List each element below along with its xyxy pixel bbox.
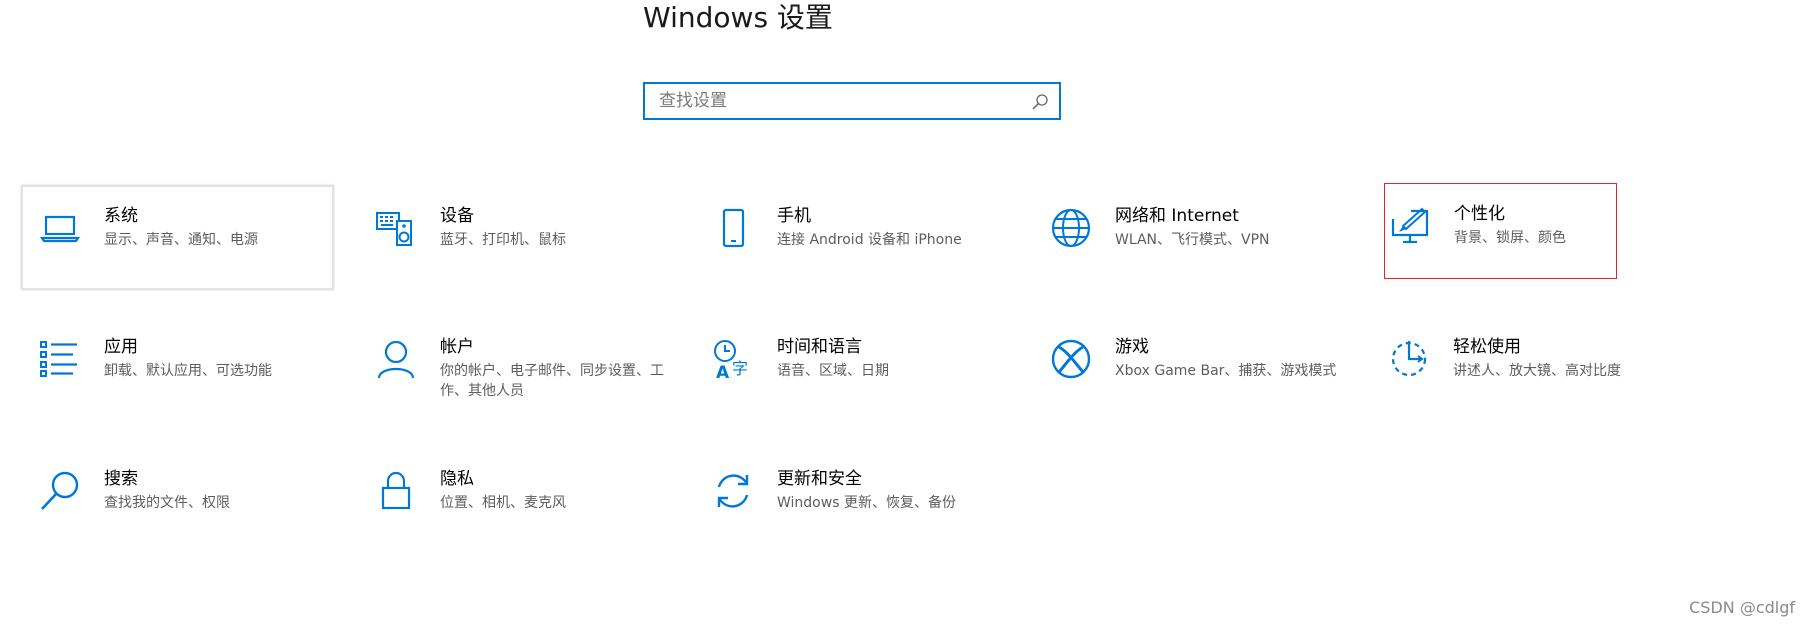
tile-desc: Windows 更新、恢复、备份 xyxy=(777,495,956,511)
search-input[interactable] xyxy=(645,84,1019,118)
tile-gaming[interactable]: 游戏 Xbox Game Bar、捕获、游戏模式 xyxy=(1032,316,1352,416)
magnifier-icon xyxy=(39,470,81,512)
tile-desc: 你的帐户、电子邮件、同步设置、工作、其他人员 xyxy=(440,363,664,399)
tile-search[interactable]: 搜索 查找我的文件、权限 xyxy=(21,448,341,548)
tile-name: 更新和安全 xyxy=(777,469,862,489)
clock-language-icon: A字 xyxy=(712,338,754,380)
keyboard-speaker-icon xyxy=(375,207,417,249)
paint-screen-icon xyxy=(1389,205,1431,247)
tile-name: 时间和语言 xyxy=(777,337,862,357)
tile-desc: WLAN、飞行模式、VPN xyxy=(1115,232,1270,248)
tile-desc: 连接 Android 设备和 iPhone xyxy=(777,232,962,248)
tile-name: 设备 xyxy=(440,206,474,226)
tile-name: 系统 xyxy=(104,206,138,226)
tile-desc: 显示、声音、通知、电源 xyxy=(104,232,258,248)
tile-ease-of-access[interactable]: 轻松使用 讲述人、放大镜、高对比度 xyxy=(1370,316,1690,416)
watermark: CSDN @cdlgf xyxy=(1689,598,1795,617)
tile-phone[interactable]: 手机 连接 Android 设备和 iPhone xyxy=(694,185,1014,285)
tile-desc: Xbox Game Bar、捕获、游戏模式 xyxy=(1115,363,1337,379)
svg-text:A: A xyxy=(716,363,730,380)
accessibility-icon xyxy=(1388,338,1430,380)
tile-desc: 蓝牙、打印机、鼠标 xyxy=(440,232,566,248)
tile-accounts[interactable]: 帐户 你的帐户、电子邮件、同步设置、工作、其他人员 xyxy=(357,316,677,416)
refresh-icon xyxy=(712,470,754,512)
lock-icon xyxy=(375,470,417,512)
tile-personalization[interactable]: 个性化 背景、锁屏、颜色 xyxy=(1384,183,1617,279)
tile-desc: 语音、区域、日期 xyxy=(777,363,889,379)
tile-name: 游戏 xyxy=(1115,337,1149,357)
tile-system[interactable]: 系统 显示、声音、通知、电源 xyxy=(21,185,334,290)
tile-network[interactable]: 网络和 Internet WLAN、飞行模式、VPN xyxy=(1032,185,1352,285)
app-list-icon xyxy=(39,338,81,380)
settings-window: Windows 设置 系统 显示、声音、通知、电源 设备 蓝牙、打印机、鼠标 手… xyxy=(0,0,1811,629)
tile-name: 手机 xyxy=(777,206,811,226)
tile-name: 隐私 xyxy=(440,469,474,489)
person-icon xyxy=(375,338,417,380)
tile-name: 帐户 xyxy=(440,337,474,357)
tile-desc: 位置、相机、麦克风 xyxy=(440,495,566,511)
tile-name: 搜索 xyxy=(104,469,138,489)
tile-devices[interactable]: 设备 蓝牙、打印机、鼠标 xyxy=(357,185,677,285)
tile-desc: 查找我的文件、权限 xyxy=(104,495,230,511)
tile-desc: 卸载、默认应用、可选功能 xyxy=(104,363,272,379)
tile-time-language[interactable]: A字 时间和语言 语音、区域、日期 xyxy=(694,316,1014,416)
tile-name: 个性化 xyxy=(1454,204,1505,224)
tile-name: 网络和 Internet xyxy=(1115,206,1239,226)
tile-desc: 背景、锁屏、颜色 xyxy=(1454,230,1566,246)
page-title: Windows 设置 xyxy=(643,1,833,34)
xbox-icon xyxy=(1050,338,1092,380)
tile-privacy[interactable]: 隐私 位置、相机、麦克风 xyxy=(357,448,677,548)
svg-text:字: 字 xyxy=(732,359,748,378)
tile-desc: 讲述人、放大镜、高对比度 xyxy=(1453,363,1621,379)
search-icon[interactable] xyxy=(1031,93,1049,111)
laptop-icon xyxy=(39,207,81,249)
tile-apps[interactable]: 应用 卸载、默认应用、可选功能 xyxy=(21,316,341,416)
globe-icon xyxy=(1050,207,1092,249)
phone-icon xyxy=(712,207,754,249)
search-box[interactable] xyxy=(643,82,1061,120)
tile-update-security[interactable]: 更新和安全 Windows 更新、恢复、备份 xyxy=(694,448,1014,548)
tile-name: 轻松使用 xyxy=(1453,337,1521,357)
tile-name: 应用 xyxy=(104,337,138,357)
